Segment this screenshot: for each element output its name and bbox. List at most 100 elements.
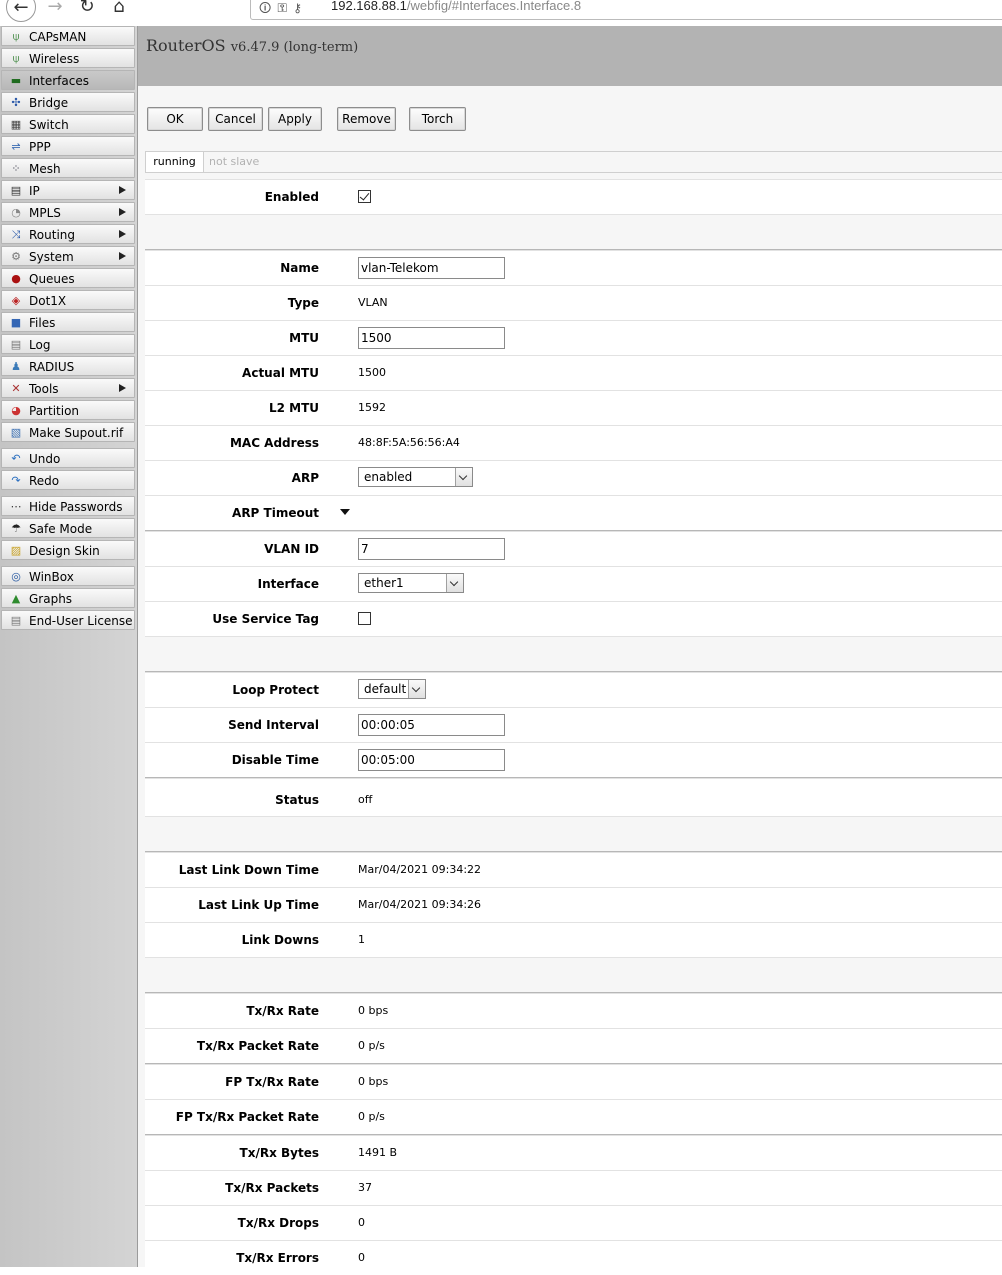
- sidebar-item-graphs[interactable]: ▲ Graphs: [1, 588, 135, 608]
- back-arrow-icon[interactable]: ←: [6, 0, 36, 22]
- sidebar-item-partition[interactable]: ◕ Partition: [1, 400, 135, 420]
- status-bar: running not slave: [145, 151, 1002, 173]
- sidebar-item-wireless[interactable]: ⍦ Wireless: [1, 48, 135, 68]
- sidebar-item-ppp[interactable]: ⇌ PPP: [1, 136, 135, 156]
- sidebar-item-mesh[interactable]: ⁘ Mesh: [1, 158, 135, 178]
- chevron-down-icon[interactable]: [408, 680, 425, 698]
- sidebar-item-interfaces[interactable]: ▬ Interfaces: [1, 70, 135, 90]
- home-icon[interactable]: ⌂: [106, 0, 132, 20]
- field-label: Enabled: [264, 190, 319, 204]
- sidebar-item-label: Files: [29, 316, 56, 330]
- sidebar-item-label: Tools: [29, 382, 59, 396]
- row-disable-time: Disable Time 00:05:00: [145, 742, 1002, 777]
- sidebar-item-redo[interactable]: ↷ Redo: [1, 470, 135, 490]
- field-label: Tx/Rx Bytes: [239, 1146, 319, 1160]
- sidebar-item-routing[interactable]: ⤨ Routing: [1, 224, 135, 244]
- row-mtu: MTU 1500: [145, 320, 1002, 355]
- interface-select[interactable]: ether1: [358, 573, 464, 593]
- sidebar-item-ip[interactable]: ▤ IP: [1, 180, 135, 200]
- sidebar-item-design-skin[interactable]: ▨ Design Skin: [1, 540, 135, 560]
- gear-icon: ⚙: [11, 250, 21, 263]
- row-l2-mtu: L2 MTU 1592: [145, 390, 1002, 425]
- name-input[interactable]: vlan-Telekom: [358, 257, 505, 279]
- arp-select[interactable]: enabled: [358, 467, 473, 487]
- loop-protect-select[interactable]: default: [358, 679, 426, 699]
- forward-arrow-icon[interactable]: →: [42, 0, 68, 20]
- sidebar-item-radius[interactable]: ♟ RADIUS: [1, 356, 135, 376]
- section-spacer: [145, 957, 1002, 992]
- sidebar-item-log[interactable]: ▤ Log: [1, 334, 135, 354]
- page-title: RouterOS v6.47.9 (long-term): [146, 36, 359, 55]
- field-label: Last Link Down Time: [178, 863, 319, 877]
- use-service-tag-checkbox[interactable]: [358, 612, 371, 625]
- submenu-arrow-icon: [119, 384, 126, 392]
- row-mac-address: MAC Address 48:8F:5A:56:56:A4: [145, 425, 1002, 460]
- winbox-icon: ◎: [11, 570, 21, 583]
- sidebar-item-label: Bridge: [29, 96, 69, 110]
- sidebar-item-queues[interactable]: ● Queues: [1, 268, 135, 288]
- sidebar-item-label: Redo: [29, 474, 60, 488]
- bridge-icon: ✣: [11, 96, 21, 109]
- sidebar-item-system[interactable]: ⚙ System: [1, 246, 135, 266]
- sidebar-item-tools[interactable]: ✕ Tools: [1, 378, 135, 398]
- address-bar[interactable]: 🛈⚿⚷ 192.168.88.1/webfig/#Interfaces.Inte…: [250, 0, 1002, 20]
- field-label: L2 MTU: [268, 401, 319, 415]
- submenu-arrow-icon: [119, 230, 126, 238]
- url-text: 192.168.88.1/webfig/#Interfaces.Interfac…: [331, 0, 582, 13]
- field-label: MAC Address: [229, 436, 319, 450]
- section-spacer: [145, 636, 1002, 671]
- chevron-down-icon[interactable]: [455, 468, 472, 486]
- sidebar-item-safe-mode[interactable]: ☂ Safe Mode: [1, 518, 135, 538]
- routing-icon: ⤨: [11, 228, 21, 241]
- chevron-down-icon[interactable]: [446, 574, 463, 592]
- row-fp-txrx-packet-rate: FP Tx/Rx Packet Rate 0 p/s: [145, 1099, 1002, 1134]
- queues-icon: ●: [11, 272, 21, 285]
- txrx-rate-value: 0 bps: [358, 1004, 389, 1017]
- sidebar-item-make-supout-rif[interactable]: ▧ Make Supout.rif: [1, 422, 135, 442]
- disable-time-input[interactable]: 00:05:00: [358, 749, 505, 771]
- graph-icon: ▲: [11, 592, 21, 605]
- row-name: Name vlan-Telekom: [145, 250, 1002, 285]
- actual-mtu-value: 1500: [358, 366, 386, 379]
- sidebar-item-winbox[interactable]: ◎ WinBox: [1, 566, 135, 586]
- row-fp-txrx-rate: FP Tx/Rx Rate 0 bps: [145, 1064, 1002, 1099]
- sidebar-item-label: WinBox: [29, 570, 74, 584]
- row-txrx-packets: Tx/Rx Packets 37: [145, 1170, 1002, 1205]
- reload-icon[interactable]: ↻: [74, 0, 100, 20]
- field-label: ARP: [291, 471, 319, 485]
- field-label: Interface: [257, 577, 319, 591]
- sidebar-item-files[interactable]: ■ Files: [1, 312, 135, 332]
- expand-triangle-icon[interactable]: [340, 509, 350, 515]
- sidebar-item-bridge[interactable]: ✣ Bridge: [1, 92, 135, 112]
- mtu-input[interactable]: 1500: [358, 327, 505, 349]
- sidebar-item-label: IP: [29, 184, 40, 198]
- sidebar-item-capsman[interactable]: ⍦ CAPsMAN: [1, 26, 135, 46]
- send-interval-input[interactable]: 00:00:05: [358, 714, 505, 736]
- vlan-id-input[interactable]: 7: [358, 538, 505, 560]
- field-label: Actual MTU: [242, 366, 319, 380]
- site-info-icon[interactable]: 🛈⚿⚷: [259, 0, 308, 20]
- txrx-packet-rate-value: 0 p/s: [358, 1039, 385, 1052]
- field-label: VLAN ID: [264, 542, 319, 556]
- tools-icon: ✕: [11, 382, 21, 395]
- field-label: Tx/Rx Drops: [237, 1216, 319, 1230]
- cancel-button[interactable]: Cancel: [208, 107, 263, 131]
- enabled-checkbox[interactable]: [358, 190, 371, 203]
- torch-button[interactable]: Torch: [409, 107, 466, 131]
- license-icon: ▤: [10, 614, 22, 627]
- sidebar-item-label: Interfaces: [29, 74, 89, 88]
- sidebar-item-switch[interactable]: ▦ Switch: [1, 114, 135, 134]
- link-downs-value: 1: [358, 933, 365, 946]
- sidebar-item-hide-passwords[interactable]: ⋯ Hide Passwords: [1, 496, 135, 516]
- sidebar-menu: ⍦ CAPsMAN ⍦ Wireless ▬ Interfaces ✣ Bridge ▦ Swit…: [0, 26, 138, 1267]
- sidebar-item-dot1x[interactable]: ◈ Dot1X: [1, 290, 135, 310]
- apply-button[interactable]: Apply: [268, 107, 322, 131]
- ok-button[interactable]: OK: [147, 107, 203, 131]
- field-label: Use Service Tag: [212, 612, 319, 626]
- row-last-link-down: Last Link Down Time Mar/04/2021 09:34:22: [145, 852, 1002, 887]
- sidebar-item-mpls[interactable]: ◔ MPLS: [1, 202, 135, 222]
- field-label: FP Tx/Rx Rate: [225, 1075, 319, 1089]
- sidebar-item-end-user-license[interactable]: ▤ End-User License: [1, 610, 135, 630]
- remove-button[interactable]: Remove: [337, 107, 396, 131]
- sidebar-item-undo[interactable]: ↶ Undo: [1, 448, 135, 468]
